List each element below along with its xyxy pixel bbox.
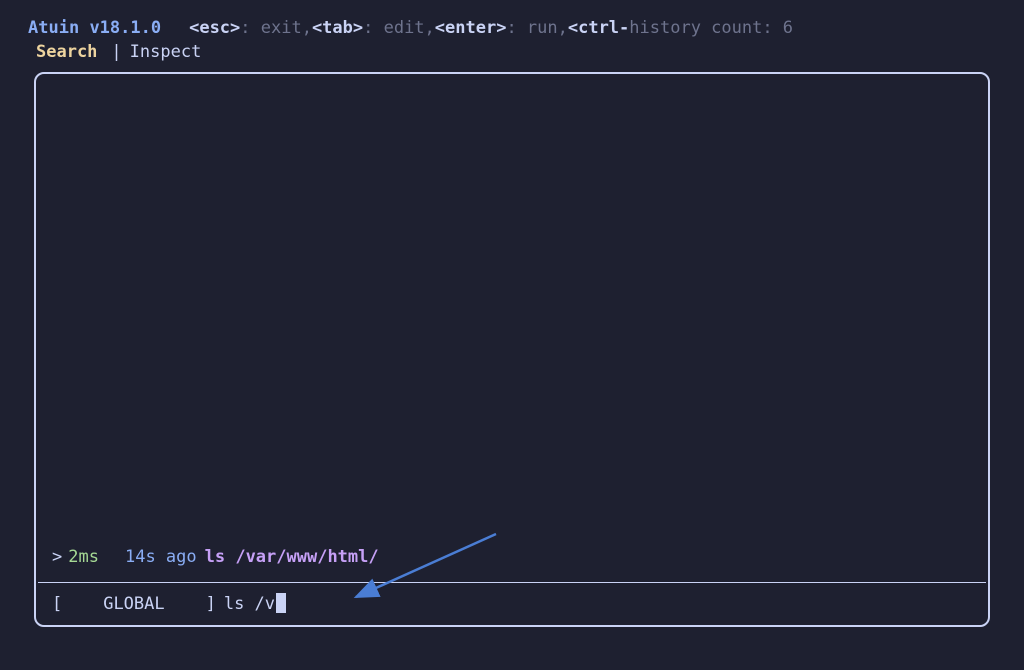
tab-search[interactable]: Search xyxy=(30,40,103,64)
key-ctrl: <ctrl- xyxy=(568,18,629,38)
search-row[interactable]: [ GLOBAL ] ls /v xyxy=(52,593,286,615)
command-text: ls /var/www/html/ xyxy=(205,547,379,567)
tab-separator: | xyxy=(111,42,121,62)
cursor-icon xyxy=(276,593,286,613)
tab-inspect[interactable]: Inspect xyxy=(130,42,202,62)
key-esc: <esc> xyxy=(189,18,240,38)
history-result-row[interactable]: > 2ms 14s ago ls /var/www/html/ xyxy=(52,547,379,567)
key-enter: <enter> xyxy=(435,18,507,38)
search-scope: [ GLOBAL ] xyxy=(52,594,216,614)
history-count: history count: 6 xyxy=(629,18,793,38)
tab-bar: Search | Inspect xyxy=(0,38,1024,64)
results-panel: > 2ms 14s ago ls /var/www/html/ [ GLOBAL… xyxy=(34,72,990,627)
arrow-annotation-icon xyxy=(346,529,506,609)
key-tab-desc: : edit, xyxy=(363,18,435,38)
command-duration: 2ms xyxy=(68,547,99,567)
search-input[interactable]: ls /v xyxy=(224,594,275,614)
command-time-ago: 14s ago xyxy=(125,547,197,567)
key-esc-desc: : exit, xyxy=(240,18,312,38)
key-tab: <tab> xyxy=(312,18,363,38)
app-version: v18.1.0 xyxy=(79,18,161,38)
app-name: Atuin xyxy=(28,18,79,38)
header-bar: Atuin v18.1.0 <esc> : exit, <tab> : edit… xyxy=(0,0,1024,38)
key-enter-desc: : run, xyxy=(506,18,567,38)
selection-marker-icon: > xyxy=(52,547,62,567)
search-divider xyxy=(38,582,986,583)
